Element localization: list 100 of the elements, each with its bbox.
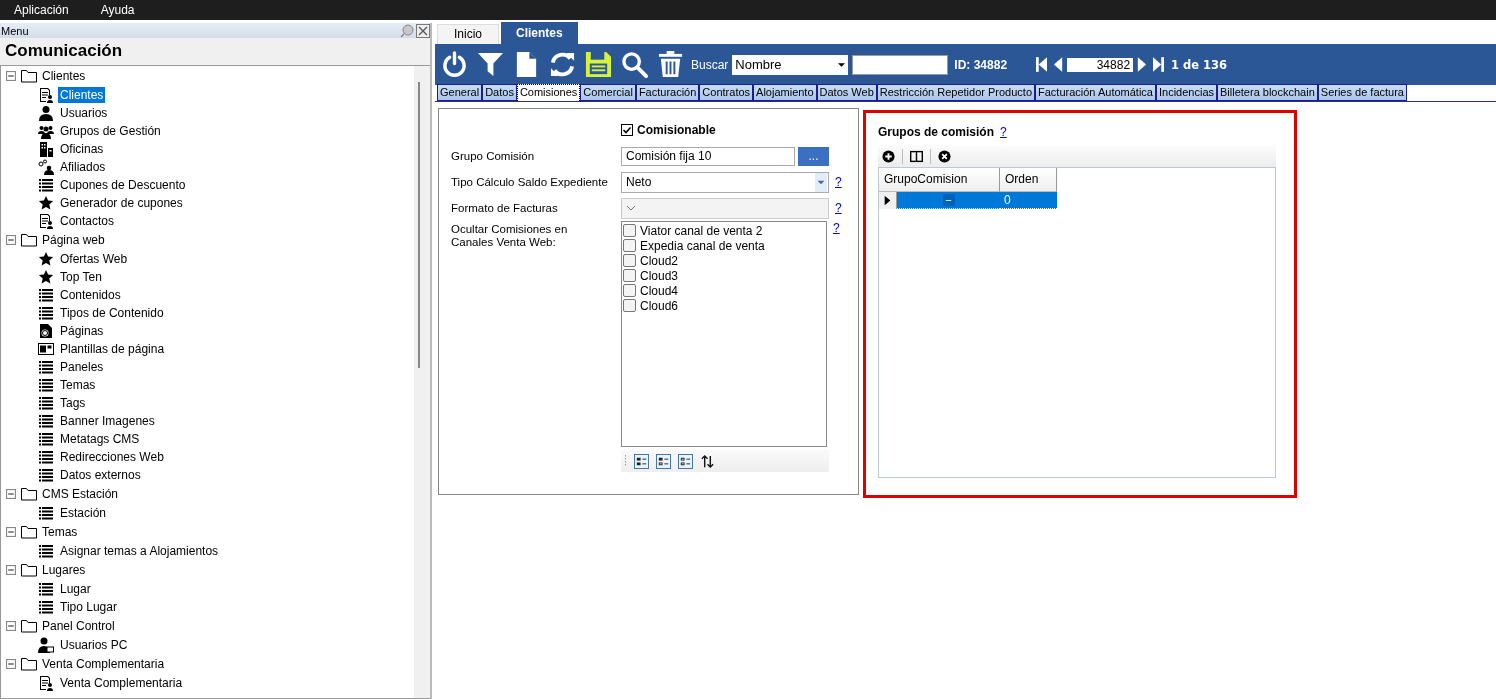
tab[interactable]: Inicio (437, 24, 499, 44)
first-record-icon[interactable] (1036, 57, 1048, 72)
record-field[interactable]: 34882 (1067, 57, 1134, 72)
previous-record-icon[interactable] (1053, 57, 1065, 72)
tree-item[interactable]: Tags (58, 395, 88, 411)
tree-item[interactable]: Usuarios (58, 105, 110, 121)
tree-item[interactable]: Plantillas de página (58, 341, 167, 357)
add-icon[interactable] (882, 149, 895, 163)
checkbox[interactable] (623, 239, 636, 252)
tree-item[interactable]: Tipos de Contenido (58, 305, 166, 321)
tree-item[interactable]: Top Ten (58, 269, 104, 285)
dropdown-arrow-icon[interactable] (838, 62, 846, 67)
checkbox[interactable] (623, 254, 636, 267)
tab[interactable]: Incidencias (1155, 84, 1217, 101)
tree-item[interactable]: Lugar (58, 581, 93, 597)
tab[interactable]: Clientes (501, 22, 578, 44)
collapse-icon[interactable] (6, 659, 16, 669)
next-record-icon[interactable] (1136, 57, 1148, 72)
tree-item[interactable]: Contactos (58, 213, 117, 229)
tree-item[interactable]: Metatags CMS (58, 431, 142, 447)
group-field[interactable]: Comisión fija 10 (621, 146, 795, 166)
tree-group-label[interactable]: Venta Complementaria (42, 657, 165, 671)
trash-icon[interactable] (657, 51, 684, 78)
browse-button[interactable]: ... (798, 146, 829, 166)
checkbox[interactable] (623, 224, 636, 237)
uncheck-all-icon[interactable] (656, 453, 671, 469)
tab[interactable]: Alojamiento (753, 84, 817, 101)
tree-item[interactable]: Generador de cupones (58, 195, 185, 211)
list-icon (38, 395, 54, 411)
tab[interactable]: Contratos (699, 84, 754, 101)
tab[interactable]: Series de factura (1317, 84, 1407, 101)
tree-group-label[interactable]: Panel Control (42, 619, 115, 633)
tab[interactable]: Facturación Automática (1035, 84, 1156, 101)
power-icon[interactable] (441, 51, 468, 78)
collapse-icon[interactable] (6, 527, 16, 537)
tree-group-label[interactable]: Clientes (42, 69, 86, 83)
columns-icon[interactable] (910, 149, 923, 163)
tree-item[interactable]: Temas (58, 377, 98, 393)
tree-item[interactable]: Datos externos (58, 467, 143, 483)
tree-item[interactable]: Afiliados (58, 159, 108, 175)
help-link[interactable]: ? (835, 175, 842, 189)
menu-item[interactable]: Ayuda (100, 3, 135, 17)
last-record-icon[interactable] (1153, 57, 1165, 72)
checkbox-label: Cloud2 (640, 253, 679, 268)
checkbox[interactable] (623, 299, 636, 312)
tree-item[interactable]: Usuarios PC (58, 637, 130, 653)
folder-icon (21, 619, 37, 633)
tree-group-label[interactable]: Temas (42, 525, 78, 539)
tree-item[interactable]: Estación (58, 505, 109, 521)
help-link[interactable]: ? (833, 221, 840, 235)
collapse-button[interactable]: − (942, 194, 955, 206)
tree-group-label[interactable]: Lugares (42, 563, 86, 577)
search-field[interactable] (852, 54, 949, 75)
tree-group-label[interactable]: CMS Estación (42, 487, 119, 501)
collapse-icon[interactable] (6, 621, 16, 631)
checkbox[interactable] (623, 269, 636, 282)
tab[interactable]: Datos Web (816, 84, 877, 101)
search-icon[interactable] (621, 51, 648, 78)
tab[interactable]: Comercial (580, 84, 636, 101)
tree-item[interactable]: Redirecciones Web (58, 449, 166, 465)
column-header[interactable]: GrupoComision (879, 168, 1000, 192)
delete-icon[interactable] (938, 149, 951, 163)
tree-item[interactable]: Ofertas Web (58, 251, 130, 267)
invert-selection-icon[interactable] (678, 453, 693, 469)
check-all-icon[interactable] (634, 453, 649, 469)
tab[interactable]: Billetera blockchain (1217, 84, 1318, 101)
calculation-dropdown[interactable]: Neto (621, 171, 829, 193)
tab[interactable]: Restricción Repetidor Producto (876, 84, 1035, 101)
tree-item[interactable]: Venta Complementaria (58, 675, 185, 691)
checkbox[interactable] (621, 124, 633, 136)
column-header[interactable]: Orden (1000, 168, 1057, 192)
collapse-icon[interactable] (6, 235, 16, 245)
collapse-icon[interactable] (6, 489, 16, 499)
tree-group-label[interactable]: Página web (42, 233, 105, 247)
help-link[interactable]: ? (1000, 125, 1007, 139)
tree-item[interactable]: Páginas (58, 323, 106, 339)
tree-item[interactable]: Clientes (58, 87, 106, 103)
search-by-dropdown[interactable]: Nombre (732, 54, 849, 75)
filter-icon[interactable] (477, 51, 504, 78)
tab[interactable]: Comisiones (516, 84, 581, 101)
tree-item[interactable]: Asignar temas a Alojamientos (58, 543, 221, 559)
checkbox[interactable] (623, 284, 636, 297)
menu-item[interactable]: Aplicación (14, 3, 69, 17)
tree-item[interactable]: Tipo Lugar (58, 599, 119, 615)
tree-item[interactable]: Cupones de Descuento (58, 177, 188, 193)
collapse-icon[interactable] (6, 71, 16, 81)
tree-item[interactable]: Grupos de Gestión (58, 123, 163, 139)
close-icon[interactable] (416, 23, 430, 38)
tree-item[interactable]: Oficinas (58, 141, 106, 157)
tree-item[interactable]: Banner Imagenes (58, 413, 157, 429)
refresh-icon[interactable] (549, 51, 576, 78)
collapse-icon[interactable] (6, 565, 16, 575)
scrollbar[interactable] (414, 66, 430, 698)
tree-item[interactable]: Contenidos (58, 287, 123, 303)
sort-icon[interactable] (700, 453, 715, 469)
tab[interactable]: General (437, 84, 483, 101)
tab[interactable]: Facturación (635, 84, 700, 101)
save-icon[interactable] (585, 51, 612, 78)
tree-item[interactable]: Paneles (58, 359, 106, 375)
tab[interactable]: Datos (482, 84, 517, 101)
